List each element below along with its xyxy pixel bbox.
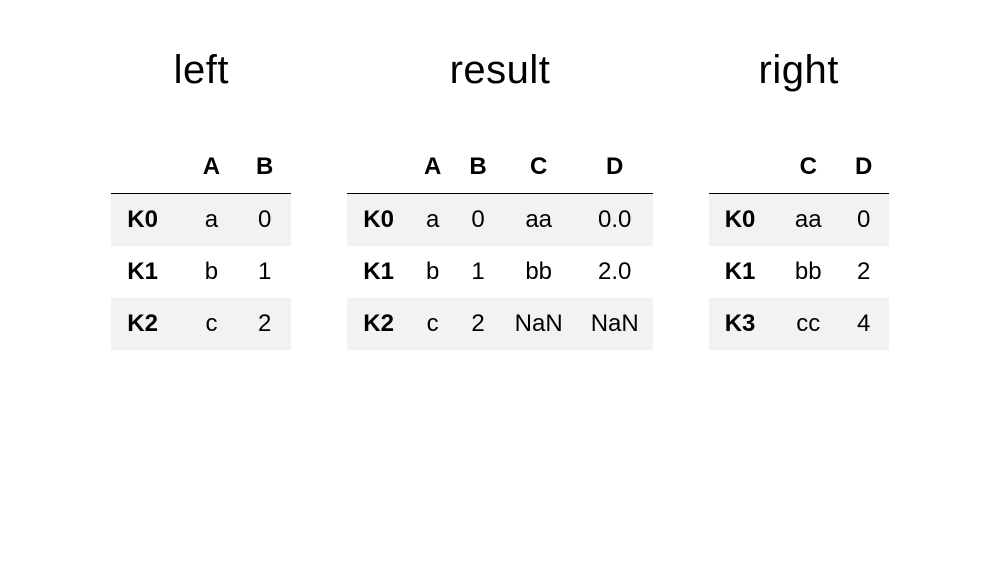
cell: cc — [778, 298, 839, 350]
table-right-header-row: C D — [709, 141, 889, 194]
cell: b — [410, 246, 455, 298]
table-result-header-row: A B C D — [347, 141, 652, 194]
table-row: K1 b 1 bb 2.0 — [347, 246, 652, 298]
table-row: K2 c 2 — [111, 298, 291, 350]
row-index: K2 — [347, 298, 410, 350]
table-row: K1 bb 2 — [709, 246, 889, 298]
cell: NaN — [577, 298, 653, 350]
table-row: K2 c 2 NaN NaN — [347, 298, 652, 350]
table-left-corner — [111, 141, 185, 194]
cell: 1 — [455, 246, 500, 298]
cell: 2 — [839, 246, 889, 298]
cell: c — [410, 298, 455, 350]
row-index: K1 — [111, 246, 185, 298]
cell: aa — [501, 194, 577, 247]
cell: bb — [778, 246, 839, 298]
table-right-col-D: D — [839, 141, 889, 194]
row-index: K0 — [347, 194, 410, 247]
cell: 0.0 — [577, 194, 653, 247]
table-left-header-row: A B — [111, 141, 291, 194]
table-row: K1 b 1 — [111, 246, 291, 298]
cell: NaN — [501, 298, 577, 350]
cell: a — [410, 194, 455, 247]
cell: 1 — [238, 246, 291, 298]
row-index: K0 — [709, 194, 778, 247]
table-row: K0 a 0 aa 0.0 — [347, 194, 652, 247]
cell: 0 — [238, 194, 291, 247]
table-right-corner — [709, 141, 778, 194]
table-row: K3 cc 4 — [709, 298, 889, 350]
cell: a — [185, 194, 238, 247]
panel-left: left A B K0 a 0 K1 b 1 — [111, 48, 291, 350]
cell: 0 — [455, 194, 500, 247]
cell: 4 — [839, 298, 889, 350]
table-row: K0 aa 0 — [709, 194, 889, 247]
table-result-col-A: A — [410, 141, 455, 194]
panel-result-title: result — [450, 48, 551, 93]
cell: 2.0 — [577, 246, 653, 298]
row-index: K2 — [111, 298, 185, 350]
cell: 0 — [839, 194, 889, 247]
panel-result: result A B C D K0 a 0 aa 0.0 — [347, 48, 652, 350]
table-right: C D K0 aa 0 K1 bb 2 K3 cc 4 — [709, 141, 889, 350]
row-index: K0 — [111, 194, 185, 247]
cell: c — [185, 298, 238, 350]
cell: 2 — [238, 298, 291, 350]
cell: b — [185, 246, 238, 298]
table-left-col-A: A — [185, 141, 238, 194]
table-left-col-B: B — [238, 141, 291, 194]
table-result-col-B: B — [455, 141, 500, 194]
diagram-stage: left A B K0 a 0 K1 b 1 — [0, 0, 1000, 563]
cell: 2 — [455, 298, 500, 350]
row-index: K1 — [347, 246, 410, 298]
table-result-col-C: C — [501, 141, 577, 194]
table-result-corner — [347, 141, 410, 194]
row-index: K3 — [709, 298, 778, 350]
cell: aa — [778, 194, 839, 247]
table-left: A B K0 a 0 K1 b 1 K2 c 2 — [111, 141, 291, 350]
row-index: K1 — [709, 246, 778, 298]
table-result: A B C D K0 a 0 aa 0.0 K1 b 1 b — [347, 141, 652, 350]
panel-right-title: right — [759, 48, 839, 93]
cell: bb — [501, 246, 577, 298]
table-row: K0 a 0 — [111, 194, 291, 247]
panel-right: right C D K0 aa 0 K1 bb 2 — [709, 48, 889, 350]
table-result-col-D: D — [577, 141, 653, 194]
table-right-col-C: C — [778, 141, 839, 194]
panel-left-title: left — [174, 48, 229, 93]
